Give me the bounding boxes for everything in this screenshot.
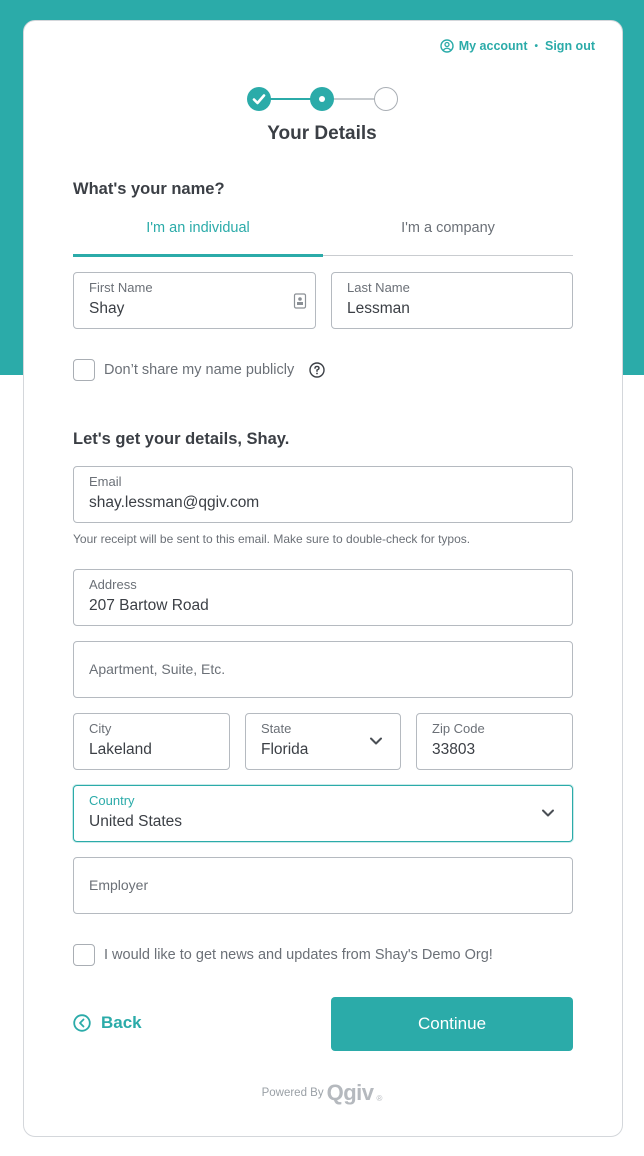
address2-placeholder: Apartment, Suite, Etc. xyxy=(89,661,226,677)
last-name-label: Last Name xyxy=(347,280,410,295)
help-circle-icon[interactable] xyxy=(309,362,325,378)
address-field[interactable]: Address 207 Bartow Road xyxy=(73,569,573,626)
employer-placeholder: Employer xyxy=(89,877,149,893)
contact-card-icon xyxy=(293,293,307,309)
first-name-field[interactable]: First Name Shay xyxy=(73,272,316,329)
employer-field[interactable]: Employer xyxy=(73,857,573,914)
powered-by: Powered By Qgiv ® xyxy=(0,1080,644,1106)
hide-name-checkbox[interactable] xyxy=(73,359,95,381)
tab-individual[interactable]: I'm an individual xyxy=(73,212,323,257)
step-3-pending xyxy=(374,87,398,111)
country-value: United States xyxy=(89,813,183,830)
newsletter-row: I would like to get news and updates fro… xyxy=(73,944,493,966)
zip-field[interactable]: Zip Code 33803 xyxy=(416,713,573,770)
hide-name-row: Don’t share my name publicly xyxy=(73,359,325,381)
progress-stepper xyxy=(247,87,399,111)
back-button[interactable]: Back xyxy=(73,1013,142,1033)
continue-button[interactable]: Continue xyxy=(331,997,573,1051)
city-field[interactable]: City Lakeland xyxy=(73,713,230,770)
first-name-label: First Name xyxy=(89,280,153,295)
city-label: City xyxy=(89,721,112,736)
email-value: shay.lessman@qgiv.com xyxy=(89,494,260,511)
address-label: Address xyxy=(89,577,137,592)
last-name-value: Lessman xyxy=(347,300,410,317)
country-label: Country xyxy=(89,793,135,808)
my-account-link[interactable]: My account xyxy=(459,39,528,53)
chevron-down-icon xyxy=(542,809,554,817)
link-separator: • xyxy=(534,40,538,52)
name-section-title: What's your name? xyxy=(73,180,225,198)
hide-name-label: Don’t share my name publicly xyxy=(104,362,295,378)
user-circle-icon xyxy=(440,39,454,53)
country-select[interactable]: Country United States xyxy=(73,785,573,842)
tab-company[interactable]: I'm a company xyxy=(323,212,573,256)
state-select[interactable]: State Florida xyxy=(245,713,401,770)
step-1-complete xyxy=(247,87,271,111)
first-name-value: Shay xyxy=(89,300,125,317)
zip-label: Zip Code xyxy=(432,721,485,736)
continue-label: Continue xyxy=(417,1014,487,1033)
city-value: Lakeland xyxy=(89,741,152,758)
sign-out-link[interactable]: Sign out xyxy=(545,39,595,53)
registered-mark: ® xyxy=(376,1093,383,1103)
step-2-current xyxy=(310,87,334,111)
chevron-down-icon xyxy=(370,737,382,745)
zip-value: 33803 xyxy=(432,741,476,758)
donor-type-tabs: I'm an individual I'm a company xyxy=(73,212,573,257)
stepper-line-pending xyxy=(333,98,376,100)
address-value: 207 Bartow Road xyxy=(89,597,209,614)
state-value: Florida xyxy=(261,741,309,758)
account-links: My account • Sign out xyxy=(440,39,595,53)
email-hint: Your receipt will be sent to this email.… xyxy=(73,532,471,546)
newsletter-label: I would like to get news and updates fro… xyxy=(104,947,493,963)
page-title: Your Details xyxy=(267,123,377,144)
back-label: Back xyxy=(101,1013,142,1032)
newsletter-checkbox[interactable] xyxy=(73,944,95,966)
last-name-field[interactable]: Last Name Lessman xyxy=(331,272,573,329)
check-icon xyxy=(252,94,266,105)
stepper-line-complete xyxy=(269,98,312,100)
details-section-title: Let's get your details, Shay. xyxy=(73,430,290,448)
state-label: State xyxy=(261,721,292,736)
email-label: Email xyxy=(89,474,122,489)
powered-by-label: Powered By xyxy=(261,1087,324,1099)
email-field[interactable]: Email shay.lessman@qgiv.com xyxy=(73,466,573,523)
address2-field[interactable]: Apartment, Suite, Etc. xyxy=(73,641,573,698)
chevron-left-circle-icon xyxy=(73,1014,91,1032)
qgiv-logo: Qgiv xyxy=(326,1080,374,1105)
